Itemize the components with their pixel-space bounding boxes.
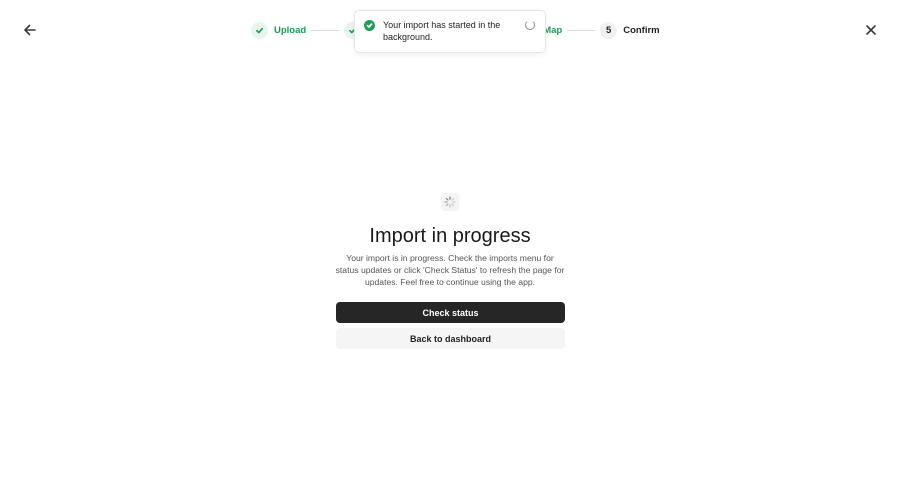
step-connector bbox=[567, 29, 596, 31]
step-complete-badge bbox=[251, 21, 268, 39]
check-circle-icon bbox=[364, 20, 375, 31]
back-to-dashboard-button[interactable]: Back to dashboard bbox=[336, 328, 565, 349]
spinner-icon bbox=[525, 20, 535, 30]
step-label: Confirm bbox=[623, 24, 660, 36]
loading-spinner-icon bbox=[444, 196, 456, 208]
page-title: Import in progress bbox=[369, 225, 531, 247]
close-button[interactable] bbox=[861, 20, 881, 40]
arrow-left-icon bbox=[24, 24, 36, 36]
step-map[interactable]: Map bbox=[543, 25, 562, 36]
check-status-button[interactable]: Check status bbox=[336, 302, 565, 323]
page-description: Your import is in progress. Check the im… bbox=[335, 253, 565, 287]
step-label: Map bbox=[543, 24, 563, 36]
toast-message: Your import has started in the backgroun… bbox=[383, 20, 501, 42]
step-number-badge: 5 bbox=[600, 21, 618, 39]
step-confirm[interactable]: 5 Confirm bbox=[600, 21, 660, 39]
loading-indicator bbox=[441, 193, 459, 211]
back-button[interactable] bbox=[20, 20, 40, 40]
check-icon bbox=[255, 27, 264, 33]
step-upload[interactable]: Upload bbox=[251, 21, 307, 39]
step-label: Upload bbox=[274, 24, 307, 36]
import-page: Upload Map 5 Confirm Your import has sta… bbox=[0, 0, 900, 484]
close-icon bbox=[866, 25, 876, 35]
step-connector bbox=[311, 29, 340, 31]
import-started-toast: Your import has started in the backgroun… bbox=[354, 10, 546, 53]
